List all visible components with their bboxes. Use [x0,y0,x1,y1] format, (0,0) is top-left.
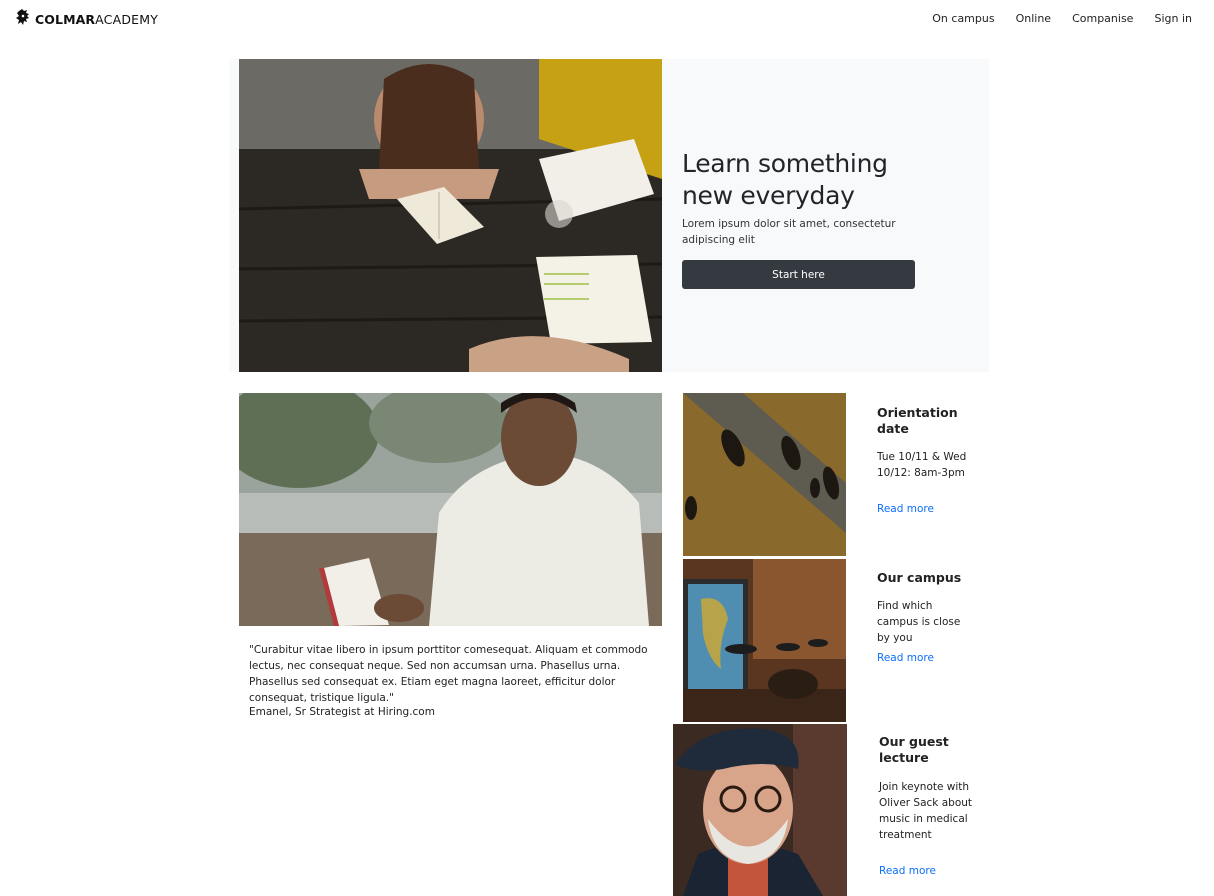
hero-subtitle: Lorem ipsum dolor sit amet, consectetur … [682,218,896,246]
nav-sign-in[interactable]: Sign in [1154,12,1192,25]
card-link-guest-lecture[interactable]: Read more [879,865,936,877]
card-image-orientation [683,393,846,556]
testimonial-author: Emanel, Sr Strategist at Hiring.com [249,706,435,718]
card-link-orientation[interactable]: Read more [877,503,934,515]
card-text-guest-lecture: Join keynote with Oliver Sack about musi… [879,781,973,841]
hero-section: Learn something new everyday Lorem ipsum … [229,59,989,372]
nav-online[interactable]: Online [1016,12,1051,25]
brand-name-light: ACADEMY [95,11,159,27]
card-text-orientation: Tue 10/11 & Wed 10/12: 8am-3pm [877,451,967,479]
lion-icon [16,8,35,30]
start-here-button[interactable]: Start here [682,260,915,289]
card-link-campus[interactable]: Read more [877,652,934,664]
hero-image [239,59,662,372]
card-title-orientation: Orientation date [877,405,958,436]
card-title-campus: Our campus [877,570,962,585]
brand-logo[interactable]: COLMAR ACADEMY [16,8,159,30]
hero-text-block: Learn something new everyday Lorem ipsum … [682,148,922,289]
brand-name-bold: COLMAR [35,11,96,27]
card-image-guest-lecture [673,724,847,896]
card-title-guest-lecture: Our guest lecture [879,734,949,765]
main-nav: On campus Online Companise Sign in [911,12,1192,25]
testimonial-image [239,393,662,626]
nav-companise[interactable]: Companise [1072,12,1133,25]
card-image-campus [683,559,846,722]
card-text-campus: Find which campus is close by you [877,600,961,644]
nav-on-campus[interactable]: On campus [932,12,994,25]
testimonial-quote: "Curabitur vitae libero in ipsum porttit… [249,644,648,704]
hero-title: Learn something new everyday [682,149,888,210]
